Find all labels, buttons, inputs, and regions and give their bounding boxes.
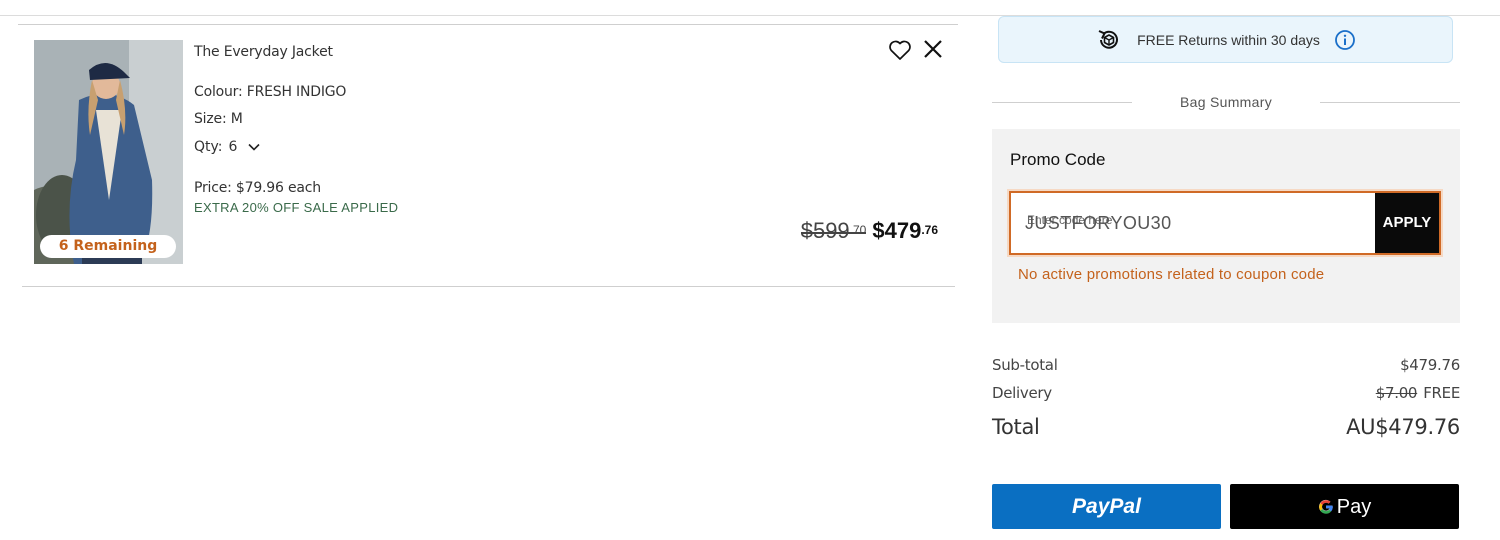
google-pay-button[interactable]: Pay xyxy=(1230,484,1459,529)
product-colour: Colour: FRESH INDIGO xyxy=(194,84,347,100)
sale-applied-note: EXTRA 20% OFF SALE APPLIED xyxy=(194,200,399,215)
delivery-row: Delivery $7.00 FREE xyxy=(992,384,1460,402)
product-size: Size: M xyxy=(194,111,243,127)
item-divider-top xyxy=(18,24,958,25)
quantity-label: Qty: xyxy=(194,139,223,155)
returns-cycle-icon xyxy=(1098,29,1119,49)
product-price-each: Price: $79.96 each xyxy=(194,180,321,196)
promo-code-title: Promo Code xyxy=(1010,150,1106,169)
info-icon[interactable] xyxy=(1334,29,1356,51)
promo-code-panel: Promo Code Enter code here APPLY No acti… xyxy=(992,129,1460,323)
total-label: Total xyxy=(992,415,1040,439)
total-value: AU$479.76 xyxy=(1346,415,1460,439)
product-name[interactable]: The Everyday Jacket xyxy=(194,44,333,60)
stock-remaining-badge: 6 Remaining xyxy=(40,235,176,258)
subtotal-label: Sub-total xyxy=(992,356,1058,374)
sale-price: $479.76 xyxy=(872,218,938,243)
delivery-free: FREE xyxy=(1423,384,1460,402)
subtotal-value: $479.76 xyxy=(1400,356,1460,374)
delivery-original-price: $7.00 xyxy=(1375,384,1418,402)
paypal-button[interactable]: PayPal xyxy=(992,484,1221,529)
summary-divider-right xyxy=(1320,102,1460,103)
original-price: $599.70 xyxy=(800,218,867,243)
quantity-selector[interactable]: Qty: 6 xyxy=(194,139,261,155)
close-icon[interactable] xyxy=(922,38,944,60)
promo-code-input[interactable] xyxy=(1025,208,1365,238)
item-price: $599.70 $479.76 xyxy=(800,218,938,244)
quantity-value: 6 xyxy=(228,139,238,155)
paypal-logo-text: PayPal xyxy=(1072,494,1141,518)
google-g-icon xyxy=(1318,499,1333,514)
bag-summary-header: Bag Summary xyxy=(992,92,1460,112)
subtotal-row: Sub-total $479.76 xyxy=(992,356,1460,374)
total-row: Total AU$479.76 xyxy=(992,415,1460,439)
product-photo xyxy=(34,40,183,264)
delivery-value: $7.00 FREE xyxy=(1375,384,1461,402)
free-returns-banner: FREE Returns within 30 days xyxy=(998,16,1453,63)
promo-error-message: No active promotions related to coupon c… xyxy=(1018,266,1325,283)
heart-icon[interactable] xyxy=(888,39,912,61)
delivery-label: Delivery xyxy=(992,384,1052,402)
apply-promo-button[interactable]: APPLY xyxy=(1375,193,1439,253)
promo-code-field[interactable]: Enter code here APPLY xyxy=(1009,191,1441,255)
free-returns-text: FREE Returns within 30 days xyxy=(1137,31,1320,48)
google-pay-label: Pay xyxy=(1336,495,1372,518)
product-image[interactable]: 6 Remaining xyxy=(34,40,183,264)
chevron-down-icon[interactable] xyxy=(247,140,261,154)
item-divider-bottom xyxy=(22,286,955,287)
